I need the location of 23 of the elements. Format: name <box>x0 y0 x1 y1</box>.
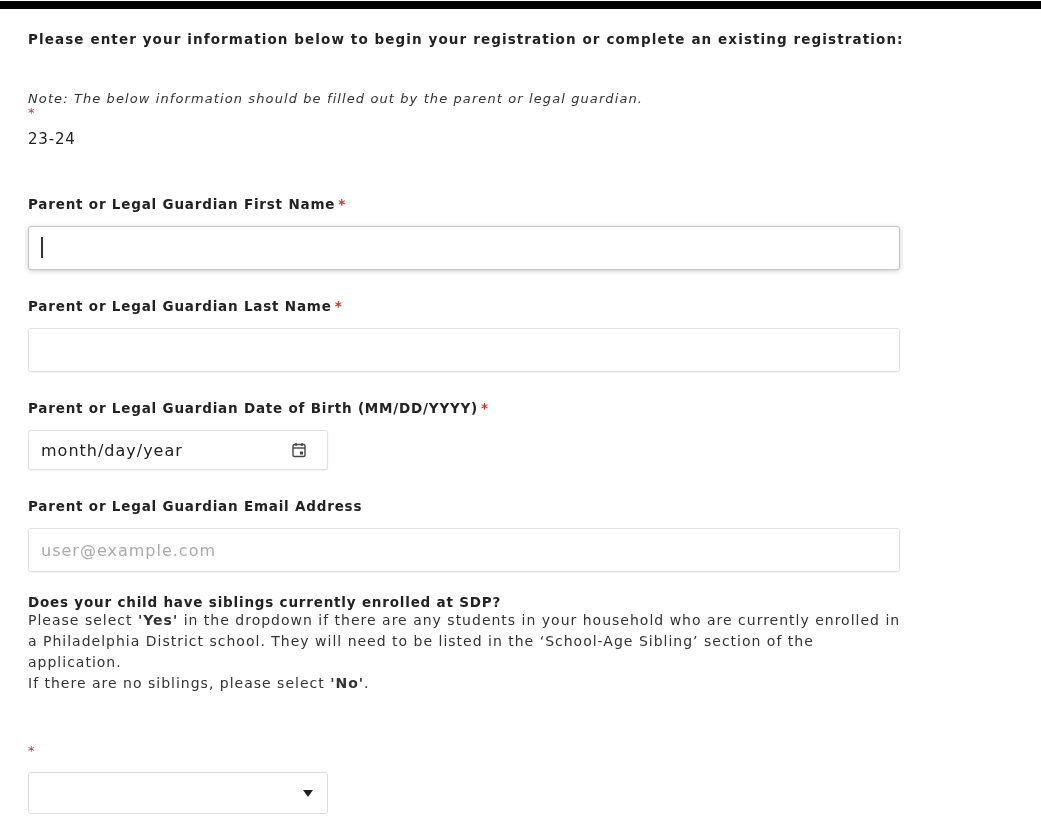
note-text: Note: The below information should be filled out by the parent or legal guardian. <box>28 91 645 106</box>
required-mark: * <box>28 744 37 758</box>
input-field[interactable] <box>28 328 900 372</box>
date-field[interactable]: month/day/year <box>28 430 328 470</box>
text-cursor <box>41 237 43 258</box>
required-mark: * <box>338 196 347 212</box>
required-mark: * <box>28 106 37 120</box>
caret-icon <box>303 789 313 797</box>
help-text: Please select 'Yes' in the dropdown if there are any students in your household who are currently enrolled in a Philadelphia District school. They will need to be listed in the ‘School-Age Sibling’ section of the application. <box>28 611 902 672</box>
intro-text: Please enter your information below to begin your registration or complete an existing registration: <box>28 31 905 47</box>
field-label: Parent or Legal Guardian First Name <box>28 196 336 212</box>
dropdown[interactable] <box>28 772 328 814</box>
field-label: Parent or Legal Guardian Date of Birth (MM/DD/YYYY) <box>28 400 479 416</box>
input-field[interactable] <box>28 226 900 270</box>
calendar-icon[interactable] <box>292 442 306 458</box>
field-label: Parent or Legal Guardian Last Name <box>28 298 332 314</box>
help-text: If there are no siblings, please select 'No'. <box>28 674 371 693</box>
input-field[interactable]: user@example.com <box>28 528 900 572</box>
field-label: Parent or Legal Guardian Email Address <box>28 498 363 514</box>
required-mark: * <box>334 298 343 314</box>
required-mark: * <box>481 400 489 416</box>
year-value: 23-24 <box>28 130 77 148</box>
question-text: Does your child have siblings currently enrolled at SDP? <box>28 594 503 610</box>
